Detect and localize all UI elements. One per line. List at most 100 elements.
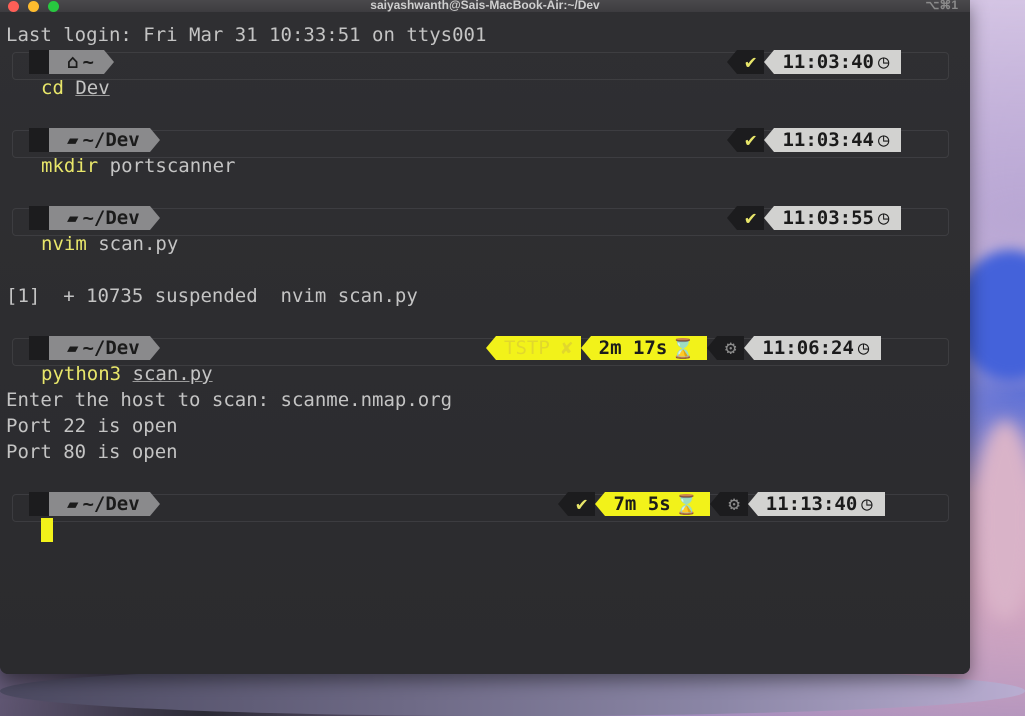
folder-icon: ▰ bbox=[67, 207, 79, 229]
time-label: 11:03:40 bbox=[782, 51, 874, 73]
command-arg: scan.py bbox=[98, 233, 179, 255]
segment-arrow bbox=[558, 492, 568, 516]
segment-arrow bbox=[486, 336, 496, 360]
folder-icon: ▰ bbox=[67, 493, 79, 515]
command-name: mkdir bbox=[41, 155, 99, 177]
segment-arrow bbox=[710, 492, 721, 516]
segment-arrow bbox=[727, 128, 737, 152]
apple-segment bbox=[29, 206, 49, 230]
segment-arrow bbox=[706, 336, 717, 360]
prompt-left: ▰ ~/Dev bbox=[29, 128, 160, 152]
dir-label: ~ bbox=[82, 51, 94, 73]
duration-label: 7m 5s bbox=[613, 493, 671, 515]
status-error: TSTP ✘ bbox=[496, 336, 581, 360]
dir-segment: ▰ ~/Dev bbox=[49, 492, 150, 516]
clock-icon: ◷ bbox=[877, 51, 890, 73]
segment-arrow bbox=[149, 336, 160, 360]
gear-icon: ⚙ bbox=[724, 337, 737, 359]
clock-icon: ◷ bbox=[861, 493, 873, 515]
segment-arrow bbox=[764, 206, 775, 230]
time-segment: 11:03:40 ◷ bbox=[774, 50, 902, 74]
suspended-line: [1] + 10735 suspended nvim scan.py bbox=[6, 285, 418, 307]
port-line: Port 22 is open bbox=[6, 415, 178, 437]
desktop-wallpaper-blob bbox=[975, 420, 1025, 620]
prompt-right: TSTP ✘ 2m 17s ⌛ ⚙ 11:06:24 ◷ bbox=[486, 336, 882, 360]
folder-icon: ▰ bbox=[67, 337, 79, 359]
command-arg: scan.py bbox=[132, 363, 213, 385]
time-segment: 11:06:24 ◷ bbox=[754, 336, 882, 360]
clock-icon: ◷ bbox=[877, 207, 890, 229]
apple-segment bbox=[29, 50, 49, 74]
time-label: 11:03:55 bbox=[782, 207, 874, 229]
hourglass-icon: ⌛ bbox=[671, 337, 695, 360]
gear-segment: ⚙ bbox=[716, 336, 745, 360]
last-login-line: Last login: Fri Mar 31 10:33:51 on ttys0… bbox=[6, 24, 487, 46]
apple-segment bbox=[29, 492, 49, 516]
host-prompt-line: Enter the host to scan: scanme.nmap.org bbox=[6, 389, 453, 411]
dir-segment: ▰ ~/Dev bbox=[49, 206, 150, 230]
prompt-right: ✔ 11:03:55 ◷ bbox=[727, 206, 902, 230]
segment-arrow bbox=[744, 336, 755, 360]
prompt-right: ✔ 11:03:44 ◷ bbox=[727, 128, 902, 152]
segment-arrow bbox=[727, 206, 737, 230]
time-segment: 11:03:55 ◷ bbox=[774, 206, 902, 230]
prompt-right: ✔ 11:03:40 ◷ bbox=[727, 50, 902, 74]
clock-icon: ◷ bbox=[877, 129, 890, 151]
time-label: 11:03:44 bbox=[782, 129, 874, 151]
text-cursor[interactable] bbox=[41, 518, 53, 542]
segment-arrow bbox=[727, 50, 737, 74]
command-line: cd Dev bbox=[41, 76, 110, 100]
clock-icon: ◷ bbox=[857, 337, 870, 359]
duration-label: 2m 17s bbox=[598, 337, 668, 359]
segment-arrow bbox=[764, 50, 775, 74]
command-name: nvim bbox=[41, 233, 87, 255]
terminal-window[interactable]: saiyashwanth@Sais-MacBook-Air:~/Dev ⌥⌘1 … bbox=[0, 0, 970, 674]
status-ok: ✔ bbox=[737, 50, 765, 74]
prompt-left: ▰ ~/Dev bbox=[29, 206, 160, 230]
segment-arrow bbox=[149, 128, 160, 152]
dir-label: ~/Dev bbox=[82, 207, 140, 229]
segment-arrow bbox=[747, 492, 758, 516]
status-ok: ✔ bbox=[737, 206, 765, 230]
hourglass-icon: ⌛ bbox=[674, 493, 699, 516]
dir-label: ~/Dev bbox=[82, 337, 140, 359]
gear-segment: ⚙ bbox=[720, 492, 748, 516]
duration-segment: 7m 5s ⌛ bbox=[605, 492, 711, 516]
time-segment: 11:03:44 ◷ bbox=[774, 128, 902, 152]
duration-segment: 2m 17s ⌛ bbox=[590, 336, 707, 360]
segment-arrow bbox=[764, 128, 775, 152]
dir-label: ~/Dev bbox=[82, 129, 140, 151]
dir-segment: ⌂ ~ bbox=[49, 50, 104, 74]
command-line: python3 scan.py bbox=[41, 362, 213, 386]
status-ok: ✔ bbox=[737, 128, 765, 152]
gear-icon: ⚙ bbox=[728, 493, 740, 515]
segment-arrow bbox=[149, 206, 160, 230]
segment-arrow bbox=[103, 50, 114, 74]
folder-icon: ▰ bbox=[67, 129, 79, 151]
apple-segment bbox=[29, 128, 49, 152]
command-name: cd bbox=[41, 77, 64, 99]
prompt-left: ⌂ ~ bbox=[29, 50, 114, 74]
command-line: mkdir portscanner bbox=[41, 154, 236, 178]
window-shortcut: ⌥⌘1 bbox=[925, 0, 958, 12]
time-label: 11:13:40 bbox=[765, 493, 858, 515]
command-arg: Dev bbox=[75, 77, 110, 99]
segment-arrow bbox=[595, 492, 606, 516]
window-title: saiyashwanth@Sais-MacBook-Air:~/Dev bbox=[370, 0, 600, 12]
command-arg: portscanner bbox=[109, 155, 236, 177]
dir-segment: ▰ ~/Dev bbox=[49, 128, 150, 152]
prompt-left: ▰ ~/Dev bbox=[29, 492, 160, 516]
apple-segment bbox=[29, 336, 49, 360]
dir-label: ~/Dev bbox=[82, 493, 140, 515]
prompt-right: ✔ 7m 5s ⌛ ⚙ 11:13:40 ◷ bbox=[558, 492, 885, 516]
command-line: nvim scan.py bbox=[41, 232, 178, 256]
time-segment: 11:13:40 ◷ bbox=[757, 492, 885, 516]
dir-segment: ▰ ~/Dev bbox=[49, 336, 150, 360]
segment-arrow bbox=[580, 336, 591, 360]
port-line: Port 80 is open bbox=[6, 441, 178, 463]
segment-arrow bbox=[149, 492, 160, 516]
terminal-content[interactable]: Last login: Fri Mar 31 10:33:51 on ttys0… bbox=[0, 12, 970, 674]
status-ok: ✔ bbox=[568, 492, 596, 516]
command-name: python3 bbox=[41, 363, 122, 385]
home-icon: ⌂ bbox=[67, 51, 79, 73]
